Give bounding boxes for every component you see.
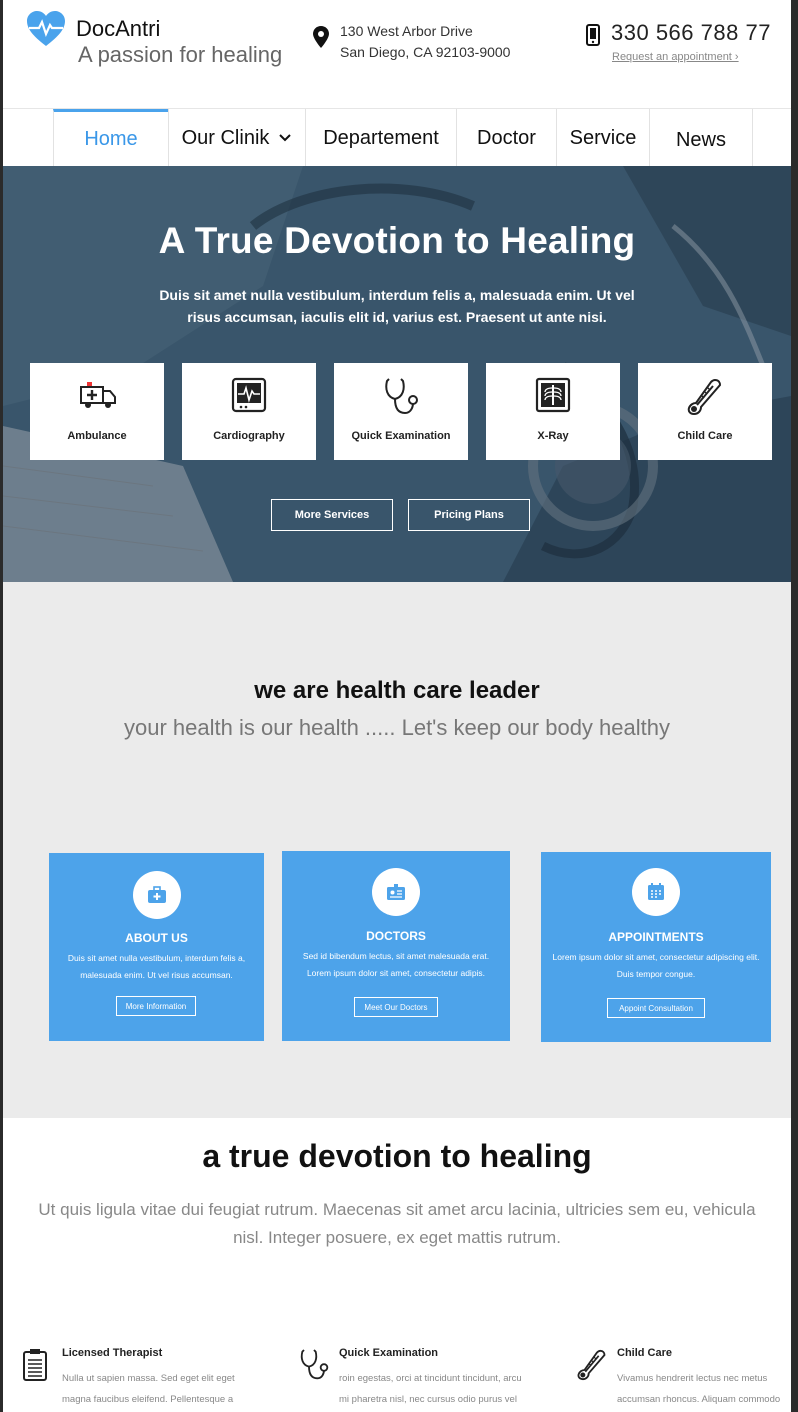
service-xray-label: X-Ray (537, 430, 569, 442)
phone-number: 330 566 788 77 (611, 20, 771, 45)
feature-licensed-therapist: Licensed Therapist Nulla ut sapien massa… (22, 1344, 272, 1412)
feature-child-care-text: Vivamus hendrerit lectus nec metus accum… (617, 1368, 791, 1410)
nav-news[interactable]: News (649, 109, 753, 167)
feature-licensed-therapist-title: Licensed Therapist (62, 1347, 163, 1359)
site-header: DocAntri A passion for healing 130 West … (3, 0, 791, 108)
service-ambulance-label: Ambulance (67, 430, 127, 442)
about-us-title: ABOUT US (125, 931, 188, 945)
devotion-text: Ut quis ligula vitae dui feugiat rutrum.… (38, 1200, 756, 1247)
section-heading: we are health care leader (254, 677, 540, 704)
chevron-down-icon (279, 134, 292, 142)
nav-doctor[interactable]: Doctor (456, 109, 556, 167)
mobile-phone-icon (586, 24, 600, 46)
hero-subtitle: Duis sit amet nulla vestibulum, interdum… (159, 287, 635, 325)
medkit-icon (148, 886, 166, 903)
section-subheading: your health is our health ..... Let's ke… (124, 715, 670, 740)
nav-our-clinik[interactable]: Our Clinik (168, 109, 305, 167)
request-appointment-link[interactable]: Request an appointment › (612, 51, 739, 63)
brand-tagline: A passion for healing (78, 42, 283, 67)
thermometer-icon (687, 378, 722, 416)
service-quick-examination[interactable]: Quick Examination (334, 363, 468, 460)
clipboard-icon (23, 1349, 47, 1381)
brand-name[interactable]: DocAntri (76, 16, 160, 42)
feature-text-line: Nulla ut sapien massa. Sed eget elit ege… (62, 1373, 235, 1384)
nav-doctor-label: Doctor (477, 126, 536, 149)
nav-service[interactable]: Service (556, 109, 649, 167)
health-leader-section: we are health care leader your health is… (3, 582, 791, 1118)
address-line-1: 130 West Arbor Drive (340, 23, 473, 39)
nav-our-clinik-label: Our Clinik (181, 126, 270, 149)
feature-quick-examination: Quick Examination roin egestas, orci at … (299, 1344, 549, 1412)
feature-text-line: Vivamus hendrerit lectus nec metus (617, 1373, 768, 1384)
ambulance-icon (80, 382, 116, 408)
nav-home-label: Home (84, 128, 138, 150)
feature-child-care: Child Care Vivamus hendrerit lectus nec … (577, 1344, 791, 1412)
feature-quick-examination-title: Quick Examination (339, 1347, 439, 1359)
service-quick-examination-label: Quick Examination (351, 430, 451, 442)
feature-text-line: accumsan rhoncus. Aliquam commodo (617, 1394, 781, 1405)
feature-text-line: mi pharetra nisl, nec cursus odio purus … (339, 1394, 517, 1405)
service-child-care-label: Child Care (677, 430, 733, 442)
cardiograph-icon (231, 377, 267, 413)
service-child-care[interactable]: Child Care (638, 363, 772, 460)
about-us-text: Duis sit amet nulla vestibulum, interdum… (67, 953, 246, 980)
nav-departement[interactable]: Departement (305, 109, 456, 167)
xray-icon (535, 377, 571, 413)
nav-news-label: News (675, 128, 726, 151)
hero-section: A True Devotion to Healing Duis sit amet… (3, 166, 791, 582)
appoint-consultation-button[interactable]: Appoint Consultation (607, 998, 705, 1018)
heart-pulse-icon[interactable] (25, 10, 67, 48)
id-card-icon (387, 884, 405, 900)
nav-home[interactable]: Home (53, 109, 168, 167)
appointments-title: APPOINTMENTS (608, 930, 704, 944)
more-information-button[interactable]: More Information (116, 996, 196, 1016)
nav-departement-label: Departement (323, 126, 439, 149)
appointments-text: Lorem ipsum dolor sit amet, consectetur … (552, 952, 760, 979)
more-services-button[interactable]: More Services (271, 499, 393, 531)
thermometer-icon (577, 1349, 606, 1381)
doctors-title: DOCTORS (366, 929, 426, 943)
feature-licensed-therapist-text: Nulla ut sapien massa. Sed eget elit ege… (62, 1368, 272, 1410)
service-cardiography-label: Cardiography (213, 430, 285, 442)
appointments-circle (632, 868, 680, 916)
about-us-card: ABOUT US Duis sit amet nulla vestibulum,… (49, 853, 264, 1041)
doctors-text: Sed id bibendum lectus, sit amet malesua… (302, 951, 490, 978)
doctors-card: DOCTORS Sed id bibendum lectus, sit amet… (282, 851, 510, 1041)
address-line-2: San Diego, CA 92103-9000 (340, 44, 511, 60)
nav-service-label: Service (569, 126, 637, 149)
devotion-heading: a true devotion to healing (202, 1138, 592, 1174)
main-nav: Home Our Clinik Departement Doctor Servi… (3, 108, 791, 167)
feature-child-care-title: Child Care (617, 1347, 673, 1359)
stethoscope-icon (300, 1349, 329, 1380)
appointments-card: APPOINTMENTS Lorem ipsum dolor sit amet,… (541, 852, 771, 1042)
service-ambulance[interactable]: Ambulance (30, 363, 164, 460)
meet-our-doctors-button[interactable]: Meet Our Doctors (354, 997, 438, 1017)
calendar-icon (648, 883, 664, 900)
hero-title: A True Devotion to Healing (158, 220, 636, 261)
doctors-circle (372, 868, 420, 916)
feature-text-line: magna faucibus eleifend. Pellentesque a (62, 1394, 234, 1405)
service-xray[interactable]: X-Ray (486, 363, 620, 460)
stethoscope-icon (385, 378, 418, 415)
service-cardiography[interactable]: Cardiography (182, 363, 316, 460)
map-pin-icon (313, 26, 329, 48)
pricing-plans-button[interactable]: Pricing Plans (408, 499, 530, 531)
page: DocAntri A passion for healing 130 West … (3, 0, 791, 1412)
feature-text-line: roin egestas, orci at tincidunt tincidun… (339, 1373, 522, 1384)
about-us-circle (133, 871, 181, 919)
feature-quick-examination-text: roin egestas, orci at tincidunt tincidun… (339, 1368, 549, 1410)
